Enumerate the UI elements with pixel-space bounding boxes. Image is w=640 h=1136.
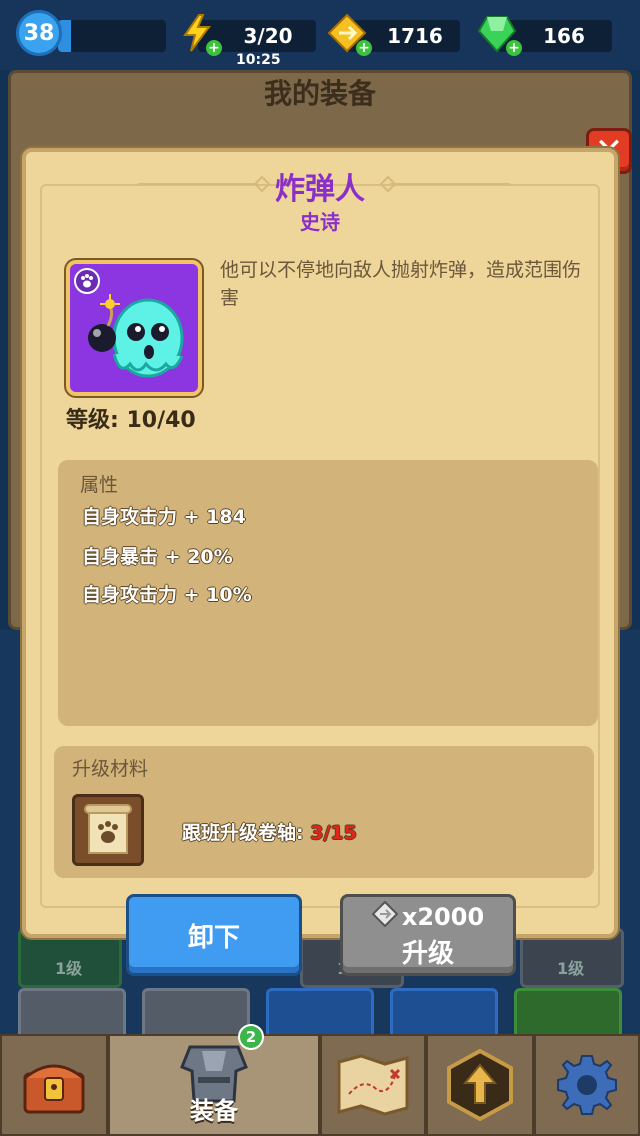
rarity-label: 史诗	[300, 210, 340, 234]
bottom-navigation: 2 装备	[0, 1024, 640, 1136]
upgrade-materials-panel: 升级材料 跟班升级卷轴: 3/15	[54, 746, 594, 878]
nav-label-equipment: 装备	[190, 1097, 238, 1125]
top-resource-bar: 38 3/20 + 10:25 1716 + 166 +	[0, 0, 640, 70]
equipment-badge: 2	[238, 1024, 264, 1050]
unequip-button[interactable]: 卸下	[126, 894, 302, 976]
companion-description: 他可以不停地向敌人抛射炸弹，造成范围伤害	[220, 259, 582, 309]
treasure-chest-icon	[23, 1064, 85, 1114]
player-level-badge[interactable]: 38	[16, 10, 62, 56]
upgrade-scroll-icon[interactable]	[72, 794, 144, 866]
upgrade-cost: x2000	[343, 900, 513, 933]
energy-value: 3/20	[243, 24, 293, 48]
upgrade-button[interactable]: x2000 升级	[340, 894, 516, 976]
nav-tab-equipment[interactable]: 2 装备	[108, 1024, 320, 1136]
energy-timer: 10:25	[236, 52, 281, 68]
gem-value: 166	[543, 24, 585, 48]
gold-icon[interactable]: +	[326, 12, 372, 56]
upgrade-label: 升级	[401, 939, 454, 969]
gold-value: 1716	[387, 24, 443, 48]
attribute-row: 自身攻击力 + 10%	[82, 584, 252, 606]
gear-icon	[557, 1055, 617, 1115]
material-count: 3/15	[310, 822, 357, 844]
energy-icon[interactable]: +	[176, 12, 222, 56]
attributes-panel: 属性 自身攻击力 + 184 自身暴击 + 20% 自身攻击力 + 10%	[58, 460, 598, 726]
material-requirement: 跟班升级卷轴: 3/15	[182, 818, 357, 845]
attribute-row: 自身暴击 + 20%	[82, 546, 233, 568]
diamond-icon	[371, 900, 399, 933]
upgrade-cost-value: x2000	[401, 903, 485, 931]
slot-level-label: 1级	[55, 959, 83, 978]
gem-icon[interactable]: +	[476, 12, 522, 56]
companion-name: 炸弹人	[275, 172, 365, 207]
nav-tab-upgrade[interactable]	[426, 1034, 534, 1136]
slot-level-label: 1级	[557, 959, 585, 978]
map-icon	[337, 1054, 409, 1116]
attributes-header: 属性	[80, 474, 119, 496]
paw-icon	[74, 268, 100, 294]
unequip-label: 卸下	[187, 922, 240, 953]
companion-portrait	[66, 260, 202, 396]
companion-detail-dialog: 炸弹人 史诗 他可以不停地向敌人抛射炸弹，造成范围伤害 等级: 10/40 属性	[22, 148, 618, 938]
nav-tab-treasure[interactable]	[0, 1034, 108, 1136]
nav-tab-settings[interactable]	[534, 1034, 640, 1136]
xp-progress-bar	[58, 20, 166, 52]
material-name: 跟班升级卷轴:	[182, 822, 311, 844]
upgrade-arrow-icon	[447, 1049, 513, 1121]
background-title: 我的装备	[263, 77, 376, 110]
materials-header: 升级材料	[72, 758, 149, 780]
nav-tab-map[interactable]	[320, 1034, 426, 1136]
attribute-row: 自身攻击力 + 184	[82, 506, 246, 528]
companion-level: 等级: 10/40	[66, 408, 196, 433]
